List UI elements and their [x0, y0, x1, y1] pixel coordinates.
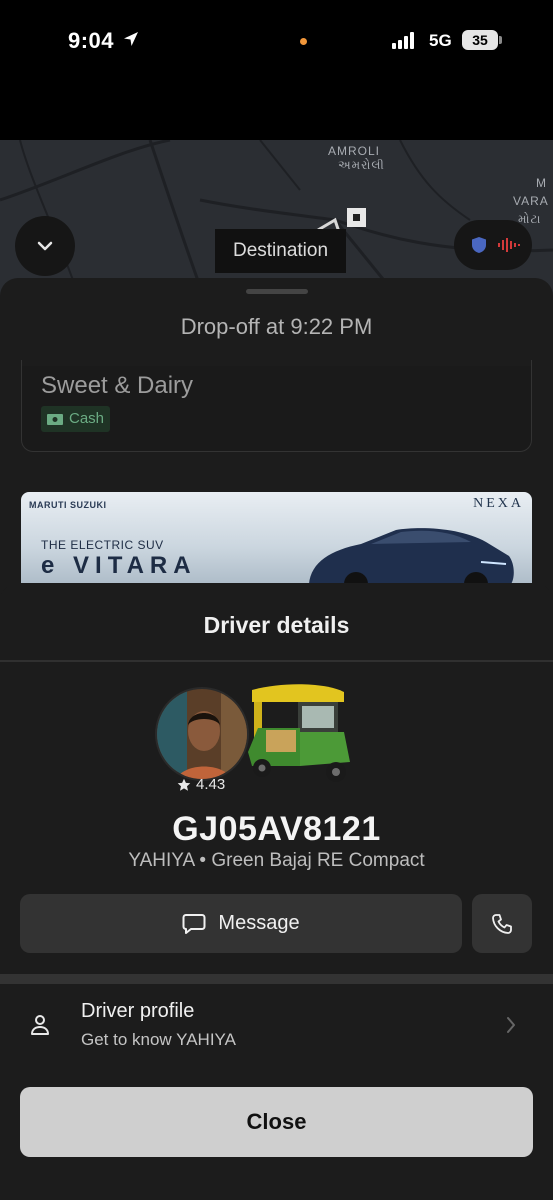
- person-icon: [31, 1015, 49, 1035]
- cash-icon: [47, 413, 63, 425]
- ad-brand: MARUTI SUZUKI: [29, 500, 107, 510]
- chevron-right-icon: [507, 1017, 515, 1033]
- ad-car-image: [309, 528, 514, 592]
- driver-profile-subtitle: Get to know YAHIYA: [81, 1030, 236, 1049]
- vehicle-description: YAHIYA • Green Bajaj RE Compact: [128, 850, 425, 871]
- call-button[interactable]: [472, 894, 532, 953]
- safety-toolkit-button[interactable]: [454, 220, 532, 270]
- map-view[interactable]: AMROLI અમરોલી M VARA મોટા: [0, 140, 553, 300]
- destination-tag: Destination: [215, 229, 346, 273]
- driver-profile-title: Driver profile: [81, 1000, 195, 1022]
- message-button[interactable]: Message: [20, 894, 462, 953]
- map-label-amroli-gujarati: અમરોલી: [338, 158, 385, 172]
- status-bar: 9:04 5G 35: [0, 0, 553, 140]
- audio-recording-icon: [498, 238, 520, 252]
- cell-signal-icon: [392, 32, 414, 49]
- ad-tagline: THE ELECTRIC SUV: [41, 538, 164, 552]
- location-arrow-icon: [124, 32, 138, 46]
- driver-rating-value: 4.43: [196, 776, 226, 793]
- status-time: 9:04: [68, 28, 115, 53]
- driver-avatar[interactable]: [155, 687, 249, 781]
- destination-card[interactable]: Sweet & Dairy Cash: [21, 360, 532, 452]
- driver-rating: 4.43: [177, 776, 225, 793]
- chevron-down-icon: [37, 241, 53, 251]
- driver-details-title: Driver details: [203, 612, 350, 638]
- auto-rickshaw-image: [248, 684, 350, 782]
- advertisement-banner[interactable]: MARUTI SUZUKI NEXA THE ELECTRIC SUV e VI…: [21, 492, 532, 592]
- star-icon: [177, 778, 191, 791]
- ad-model-name: e VITARA: [41, 552, 197, 579]
- phone-icon: [492, 913, 512, 934]
- destination-name: Sweet & Dairy: [41, 372, 194, 399]
- payment-method-badge: Cash: [41, 406, 111, 432]
- map-roads: [0, 140, 553, 300]
- privacy-indicator-dot: [300, 38, 307, 45]
- ad-nexa-logo: NEXA: [473, 496, 524, 511]
- driver-photo: [157, 689, 247, 779]
- chat-bubble-icon: [182, 913, 206, 934]
- collapse-button[interactable]: [15, 216, 75, 276]
- shield-icon: [472, 237, 486, 253]
- battery-tip: [499, 36, 502, 44]
- map-label-amroli: AMROLI: [328, 144, 381, 158]
- divider: [0, 660, 553, 662]
- driver-profile-row[interactable]: [0, 984, 553, 1068]
- battery-icon: 35: [462, 30, 498, 50]
- map-label-m: M: [536, 176, 547, 190]
- message-button-label: Message: [218, 912, 300, 934]
- license-plate: GJ05AV8121: [172, 810, 381, 848]
- close-button[interactable]: Close: [20, 1087, 533, 1157]
- section-divider: [0, 974, 553, 984]
- payment-method-label: Cash: [69, 410, 105, 427]
- map-label-vara: VARA: [513, 194, 549, 208]
- network-type: 5G: [429, 31, 452, 50]
- sheet-grab-handle[interactable]: [246, 289, 308, 294]
- dropoff-time: Drop-off at 9:22 PM: [180, 314, 373, 339]
- destination-pin-icon: [347, 208, 366, 227]
